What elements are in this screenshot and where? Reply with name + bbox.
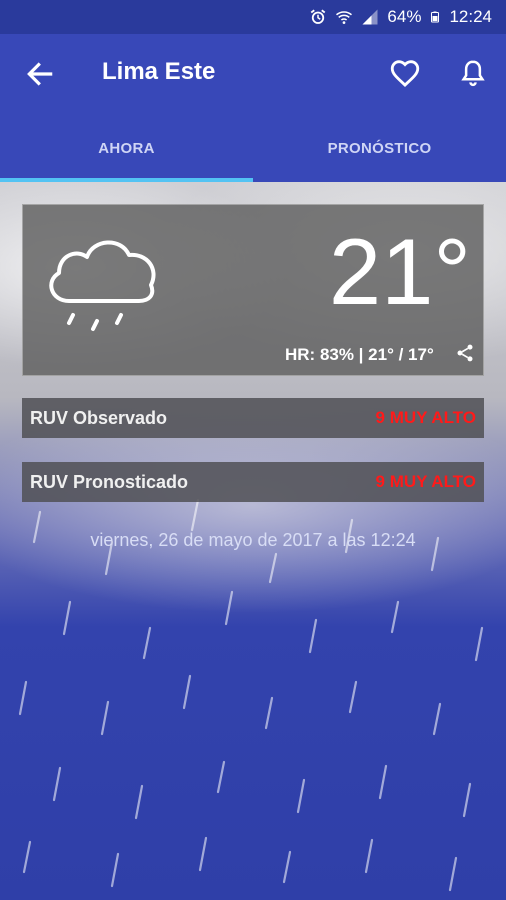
current-weather-card: 21° HR: 83% | 21° / 17°	[22, 204, 484, 376]
tab-ahora[interactable]: AHORA	[0, 114, 253, 182]
uv-observed-value: 9 MUY ALTO	[375, 408, 476, 427]
heart-outline-icon[interactable]	[388, 56, 422, 90]
cloud-rain-icon	[49, 240, 156, 331]
status-time: 12:24	[449, 7, 492, 26]
alarm-icon	[311, 9, 326, 24]
page-title: Lima Este	[102, 58, 216, 85]
now-panel: 21° HR: 83% | 21° / 17° RUV Observado 9 …	[0, 182, 506, 900]
uv-observed-label: RUV Observado	[30, 407, 168, 428]
arrow-back-icon[interactable]	[24, 58, 56, 90]
uv-observed-row: RUV Observado 9 MUY ALTO	[22, 398, 484, 438]
humidity-minmax: HR: 83% | 21° / 17°	[285, 345, 434, 364]
battery-percent: 64%	[387, 7, 422, 26]
wifi-icon	[336, 11, 353, 24]
last-updated: viernes, 26 de mayo de 2017 a las 12:24	[90, 530, 416, 550]
battery-icon	[431, 11, 440, 23]
tab-label: PRONÓSTICO	[327, 139, 432, 157]
uv-forecast-value: 9 MUY ALTO	[375, 472, 476, 491]
uv-forecast-row: RUV Pronosticado 9 MUY ALTO	[22, 462, 484, 502]
app-bar: Lima Este	[0, 34, 506, 114]
share-icon[interactable]	[455, 343, 475, 363]
tab-pronostico[interactable]: PRONÓSTICO	[253, 114, 506, 182]
tab-label: AHORA	[98, 139, 155, 157]
uv-forecast-label: RUV Pronosticado	[30, 471, 189, 492]
temperature: 21°	[328, 219, 471, 324]
bell-icon[interactable]	[458, 56, 488, 90]
status-bar: 64% 12:24	[0, 0, 506, 34]
signal-icon	[362, 9, 378, 25]
tab-bar: AHORA PRONÓSTICO	[0, 114, 506, 182]
